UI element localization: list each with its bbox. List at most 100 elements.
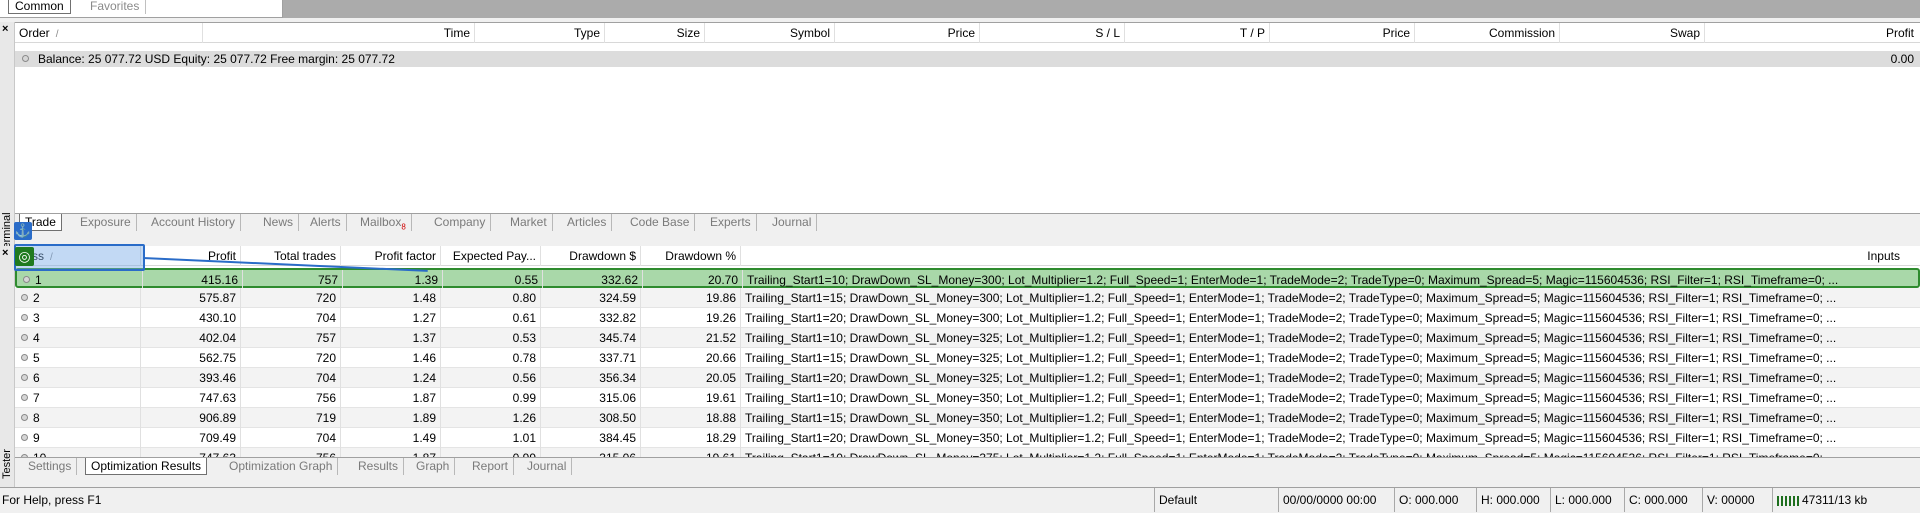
tab-company[interactable]: Company	[429, 214, 492, 231]
tab-news[interactable]: News	[258, 214, 300, 231]
tab-common[interactable]: Common	[8, 0, 71, 14]
table-row[interactable]: 7 747.63 756 1.87 0.99 315.06 19.61 Trailing_St…	[15, 388, 1920, 408]
cell-expected-payoff: 0.99	[441, 388, 541, 408]
cell-profit-factor: 1.37	[341, 328, 441, 348]
tab-settings[interactable]: Settings	[23, 458, 78, 475]
terminal-close-icon[interactable]: ×	[2, 24, 8, 35]
cell-total-trades: 756	[241, 448, 341, 457]
anchor-icon[interactable]: ⚓	[14, 222, 32, 240]
tab-exposure[interactable]: Exposure	[75, 214, 137, 231]
cell-profit: 562.75	[141, 348, 241, 368]
cell-expected-payoff: 0.80	[441, 288, 541, 308]
cell-inputs: Trailing_Start1=10; DrawDown_SL_Money=35…	[745, 391, 1837, 405]
tab-alerts[interactable]: Alerts	[305, 214, 347, 231]
col-profit[interactable]: Profit	[1705, 23, 1918, 43]
col-type[interactable]: Type	[475, 23, 605, 43]
col-expected-payoff[interactable]: Expected Pay...	[441, 246, 541, 266]
cell-drawdown-percent: 20.05	[641, 368, 741, 388]
col-commission[interactable]: Commission	[1415, 23, 1560, 43]
table-row[interactable]: 4 402.04 757 1.37 0.53 345.74 21.52 Trailing_St…	[15, 328, 1920, 348]
tab-articles[interactable]: Articles	[562, 214, 613, 231]
col-order[interactable]: Order /	[15, 23, 203, 43]
cell-profit: 402.04	[141, 328, 241, 348]
col-profit[interactable]: Profit	[141, 246, 241, 266]
circle-icon	[22, 55, 29, 62]
tester-label: Tester	[1, 449, 13, 479]
tester-close-icon[interactable]: ×	[2, 248, 8, 259]
col-size[interactable]: Size	[605, 23, 705, 43]
balance-row[interactable]: Balance: 25 077.72 USD Equity: 25 077.72…	[15, 51, 1920, 67]
col-profit-factor[interactable]: Profit factor	[341, 246, 441, 266]
cell-profit: 415.16	[143, 270, 243, 290]
cell-expected-payoff: 0.56	[441, 368, 541, 388]
help-hint: For Help, press F1	[2, 493, 102, 507]
table-row[interactable]: 3 430.10 704 1.27 0.61 332.82 19.26 Trailing_St…	[15, 308, 1920, 328]
tab-optimization-graph[interactable]: Optimization Graph	[224, 458, 339, 475]
col-tp[interactable]: T / P	[1125, 23, 1270, 43]
traffic-readout[interactable]: 47311/13 kb	[1772, 488, 1920, 512]
cell-pass: 1	[17, 270, 143, 290]
tab-favorites[interactable]: Favorites	[84, 0, 147, 14]
tab-optimization-results[interactable]: Optimization Results	[85, 458, 208, 475]
cell-profit: 709.49	[141, 428, 241, 448]
table-row[interactable]: 9 709.49 704 1.49 1.01 384.45 18.29 Trailing_St…	[15, 428, 1920, 448]
cell-expected-payoff: 0.99	[441, 448, 541, 457]
table-row[interactable]: 10747.637561.870.99315.0619.61Trailing_S…	[15, 448, 1920, 457]
tab-journal[interactable]: Journal	[767, 214, 818, 231]
col-drawdown-money[interactable]: Drawdown $	[541, 246, 641, 266]
table-row[interactable]: 2 575.87 720 1.48 0.80 324.59 19.86 Trailing_St…	[15, 288, 1920, 308]
col-price-current[interactable]: Price	[1270, 23, 1415, 43]
tab-graph[interactable]: Graph	[411, 458, 456, 475]
cell-inputs: Trailing_Start1=10; DrawDown_SL_Money=32…	[745, 331, 1837, 345]
cell-profit: 906.89	[141, 408, 241, 428]
table-row[interactable]: 5 562.75 720 1.46 0.78 337.71 20.66 Trailing_St…	[15, 348, 1920, 368]
mailbox-badge: 8	[401, 222, 406, 232]
cell-pass: 5	[15, 348, 141, 368]
cell-pass: 10	[15, 448, 141, 457]
table-row[interactable]: 6 393.46 704 1.24 0.56 356.34 20.05 Trailing_St…	[15, 368, 1920, 388]
cell-profit-factor: 1.87	[341, 448, 441, 457]
tab-results[interactable]: Results	[353, 458, 405, 475]
tab-journal[interactable]: Journal	[522, 458, 573, 475]
col-drawdown-percent[interactable]: Drawdown %	[641, 246, 741, 266]
optimization-results-grid: ss / Profit Total trades Profit factor Ex…	[15, 246, 1920, 457]
balance-summary: Balance: 25 077.72 USD Equity: 25 077.72…	[38, 52, 395, 66]
col-sl[interactable]: S / L	[980, 23, 1125, 43]
close-readout: C: 000.000	[1624, 488, 1702, 512]
col-swap[interactable]: Swap	[1560, 23, 1705, 43]
target-icon[interactable]: ◎	[15, 247, 34, 266]
col-inputs[interactable]: Inputs	[741, 246, 1920, 266]
col-symbol[interactable]: Symbol	[705, 23, 835, 43]
cell-total-trades: 704	[241, 368, 341, 388]
cell-pass: 6	[15, 368, 141, 388]
cell-drawdown-money: 356.34	[541, 368, 641, 388]
cell-drawdown-percent: 18.29	[641, 428, 741, 448]
tab-report[interactable]: Report	[467, 458, 515, 475]
table-row[interactable]: 8 906.89 719 1.89 1.26 308.50 18.88 Trailing_St…	[15, 408, 1920, 428]
tester-tab-bar: Settings Optimization Results Optimizati…	[15, 457, 1920, 475]
cell-inputs: Trailing_Start1=15; DrawDown_SL_Money=32…	[745, 351, 1837, 365]
cell-drawdown-money: 324.59	[541, 288, 641, 308]
table-row-selected[interactable]: 1 415.16 757 1.39 0.55 332.62 20.70 Trailing_St…	[15, 268, 1920, 290]
cell-pass: 2	[15, 288, 141, 308]
tab-experts[interactable]: Experts	[705, 214, 757, 231]
tab-market[interactable]: Market	[505, 214, 553, 231]
datetime-readout: 00/00/0000 00:00	[1278, 488, 1394, 512]
cell-drawdown-percent: 20.70	[643, 270, 743, 290]
cell-drawdown-money: 345.74	[541, 328, 641, 348]
col-price-open[interactable]: Price	[835, 23, 980, 43]
cell-total-trades: 756	[241, 388, 341, 408]
cell-inputs: Trailing_Start1=15; DrawDown_SL_Money=30…	[745, 291, 1837, 305]
cell-expected-payoff: 0.78	[441, 348, 541, 368]
tab-mailbox[interactable]: Mailbox8	[355, 214, 412, 231]
cell-inputs: Trailing_Start1=20; DrawDown_SL_Money=32…	[745, 371, 1837, 385]
cell-drawdown-money: 337.71	[541, 348, 641, 368]
tab-code-base[interactable]: Code Base	[625, 214, 696, 231]
cell-drawdown-money: 332.62	[543, 270, 643, 290]
results-grid-header: ss / Profit Total trades Profit factor Ex…	[15, 246, 1920, 266]
navigator-panel: Common Favorites	[0, 0, 283, 18]
col-time[interactable]: Time	[203, 23, 475, 43]
cell-drawdown-percent: 21.52	[641, 328, 741, 348]
low-readout: L: 000.000	[1550, 488, 1624, 512]
tab-account-history[interactable]: Account History	[146, 214, 242, 231]
